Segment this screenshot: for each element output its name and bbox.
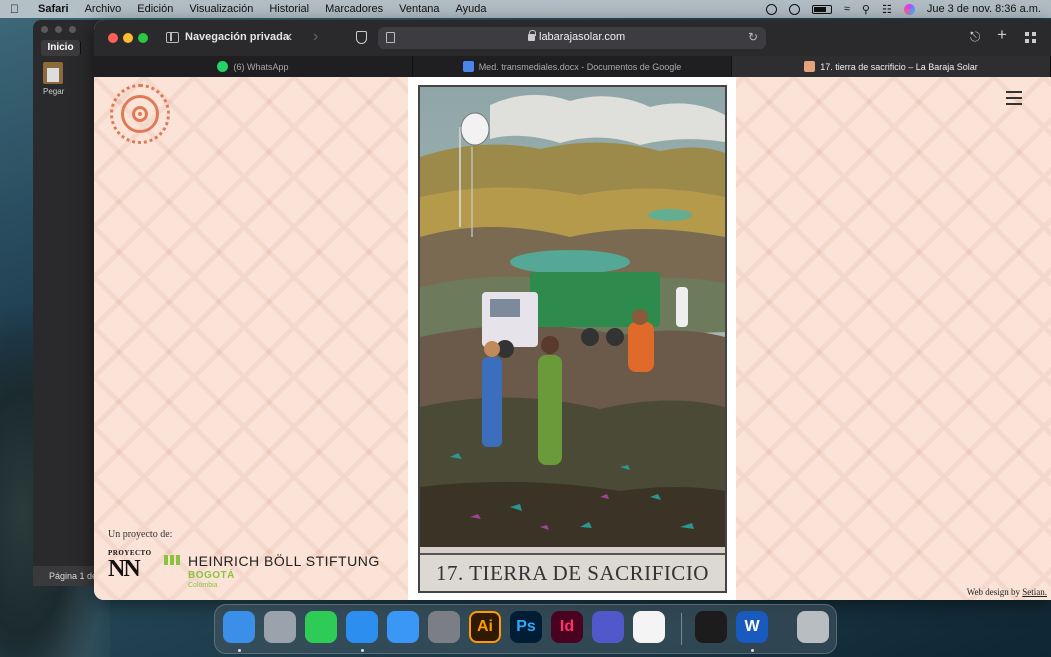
tarot-card: 17. TIERRA DE SACRIFICIO: [418, 85, 727, 593]
safari-icon[interactable]: [346, 611, 378, 643]
hamburger-line: [1006, 97, 1022, 99]
menu-clock[interactable]: Jue 3 de nov. 8:36 a.m.: [927, 3, 1041, 15]
address-bar[interactable]: labarajasolar.com ↻: [378, 27, 766, 49]
control-center-icon[interactable]: ☷: [882, 3, 892, 16]
menu-historial[interactable]: Historial: [269, 3, 309, 15]
mail-icon[interactable]: [387, 611, 419, 643]
zoom-button[interactable]: [138, 33, 148, 43]
tab-google-docs[interactable]: Med. transmediales.docx - Documentos de …: [413, 56, 732, 77]
menu-edicion[interactable]: Edición: [137, 3, 173, 15]
nn-logo-big: NN: [108, 556, 141, 582]
boll-foundation-icon[interactable]: [164, 555, 182, 565]
hamburger-menu-icon[interactable]: [1006, 91, 1022, 105]
private-browsing-label[interactable]: Navegación privada: [185, 31, 289, 43]
user-account-icon[interactable]: [788, 3, 800, 15]
card-title: 17. TIERRA DE SACRIFICIO: [436, 560, 709, 585]
boll-bar: [164, 555, 168, 565]
menu-marcadores[interactable]: Marcadores: [325, 3, 383, 15]
url-text[interactable]: labarajasolar.com: [539, 31, 625, 43]
illustrator-icon[interactable]: Ai: [469, 611, 501, 643]
menu-ayuda[interactable]: Ayuda: [456, 3, 487, 15]
safari-toolbar: Navegación privada ‹ › labarajasolar.com…: [94, 20, 1051, 56]
reader-icon[interactable]: [386, 32, 395, 43]
hamburger-line: [1006, 91, 1022, 93]
word-close-button[interactable]: [41, 26, 48, 33]
word-tab-inicio[interactable]: Inicio: [41, 40, 81, 56]
trash-icon[interactable]: [797, 611, 829, 643]
dock: Ai Ps Id W: [214, 604, 837, 654]
whatsapp-icon: [217, 61, 229, 72]
tab-label: (6) WhatsApp: [233, 61, 289, 72]
tab-overview-icon[interactable]: [1025, 32, 1036, 43]
boll-bar: [176, 555, 180, 565]
photoshop-icon[interactable]: Ps: [510, 611, 542, 643]
boll-foundation-country: Colombia: [188, 582, 218, 589]
dock-running-indicator: [361, 649, 364, 652]
boll-foundation-city: BOGOTÁ: [188, 570, 235, 581]
terminal-icon[interactable]: [695, 611, 727, 643]
dock-separator: [681, 613, 682, 645]
siri-icon[interactable]: [903, 3, 915, 15]
menu-app-name[interactable]: Safari: [38, 3, 69, 15]
close-button[interactable]: [108, 33, 118, 43]
tab-label: 17. tierra de sacrificio – La Baraja Sol…: [820, 61, 978, 72]
web-design-credits: Web design by Setian.: [967, 587, 1047, 597]
finder-icon[interactable]: [223, 611, 255, 643]
project-by-label: Un proyecto de:: [108, 529, 173, 540]
tab-bar: (6) WhatsApp Med. transmediales.docx - D…: [94, 56, 1051, 77]
facetime-icon[interactable]: [305, 611, 337, 643]
back-chevron-icon[interactable]: ‹: [287, 28, 292, 46]
menu-archivo[interactable]: Archivo: [85, 3, 122, 15]
sidebar-toggle-icon[interactable]: [166, 32, 179, 43]
word-zoom-button[interactable]: [69, 26, 76, 33]
creative-cloud-icon[interactable]: [765, 3, 777, 15]
word-icon[interactable]: W: [736, 611, 768, 643]
apple-menu-icon[interactable]: : [10, 3, 22, 15]
menu-bar-extras: ≈ ⚲ ☷ Jue 3 de nov. 8:36 a.m.: [765, 3, 1041, 16]
battery-icon[interactable]: [811, 4, 832, 14]
word-page-count: Página 1 de: [49, 571, 98, 581]
safari-window: Navegación privada ‹ › labarajasolar.com…: [94, 20, 1051, 600]
boll-bar: [170, 555, 174, 565]
dock-running-indicator: [751, 649, 754, 652]
setian-link[interactable]: Setian.: [1022, 587, 1047, 597]
new-tab-plus-icon[interactable]: +: [997, 25, 1007, 45]
tab-whatsapp[interactable]: (6) WhatsApp: [94, 56, 413, 77]
minimize-button[interactable]: [123, 33, 133, 43]
card-illustration-svg: [420, 87, 725, 547]
credits-prefix: Web design by: [966, 587, 1023, 597]
menu-bar:  Safari Archivo Edición Visualización H…: [0, 0, 1051, 18]
launchpad-icon[interactable]: [264, 611, 296, 643]
wifi-icon[interactable]: ≈: [844, 3, 850, 15]
word-window: Inicio Pegar Página 1 de: [33, 20, 103, 586]
card-illustration: [420, 87, 725, 547]
google-docs-icon: [462, 61, 474, 72]
paste-label: Pegar: [43, 87, 65, 96]
word-minimize-button[interactable]: [55, 26, 62, 33]
dock-running-indicator: [238, 649, 241, 652]
lock-icon: [528, 30, 536, 41]
teams-icon[interactable]: [592, 611, 624, 643]
baraja-solar-logo[interactable]: [110, 84, 170, 144]
tab-label: Med. transmediales.docx - Documentos de …: [478, 61, 682, 72]
share-icon[interactable]: ⎋: [970, 29, 980, 45]
web-page: 17. TIERRA DE SACRIFICIO Un proyecto de:…: [94, 77, 1051, 600]
forward-chevron-icon[interactable]: ›: [313, 28, 318, 46]
proyecto-nn-logo[interactable]: PROYECTO NN: [108, 549, 152, 587]
tab-baraja-solar[interactable]: 17. tierra de sacrificio – La Baraja Sol…: [732, 56, 1051, 77]
paste-icon[interactable]: [43, 62, 63, 84]
privacy-shield-icon[interactable]: [356, 31, 367, 44]
reload-icon[interactable]: ↻: [748, 30, 758, 44]
boll-foundation-name[interactable]: HEINRICH BÖLL STIFTUNG: [188, 553, 380, 569]
system-settings-icon[interactable]: [428, 611, 460, 643]
spotlight-search-icon[interactable]: ⚲: [862, 3, 870, 16]
baraja-solar-icon: [804, 61, 816, 72]
logo-dot: [138, 112, 142, 116]
menu-ventana[interactable]: Ventana: [399, 3, 439, 15]
hamburger-line: [1006, 103, 1022, 105]
chrome-icon[interactable]: [633, 611, 665, 643]
indesign-icon[interactable]: Id: [551, 611, 583, 643]
card-title-box: 17. TIERRA DE SACRIFICIO: [420, 553, 725, 591]
menu-visualizacion[interactable]: Visualización: [189, 3, 253, 15]
